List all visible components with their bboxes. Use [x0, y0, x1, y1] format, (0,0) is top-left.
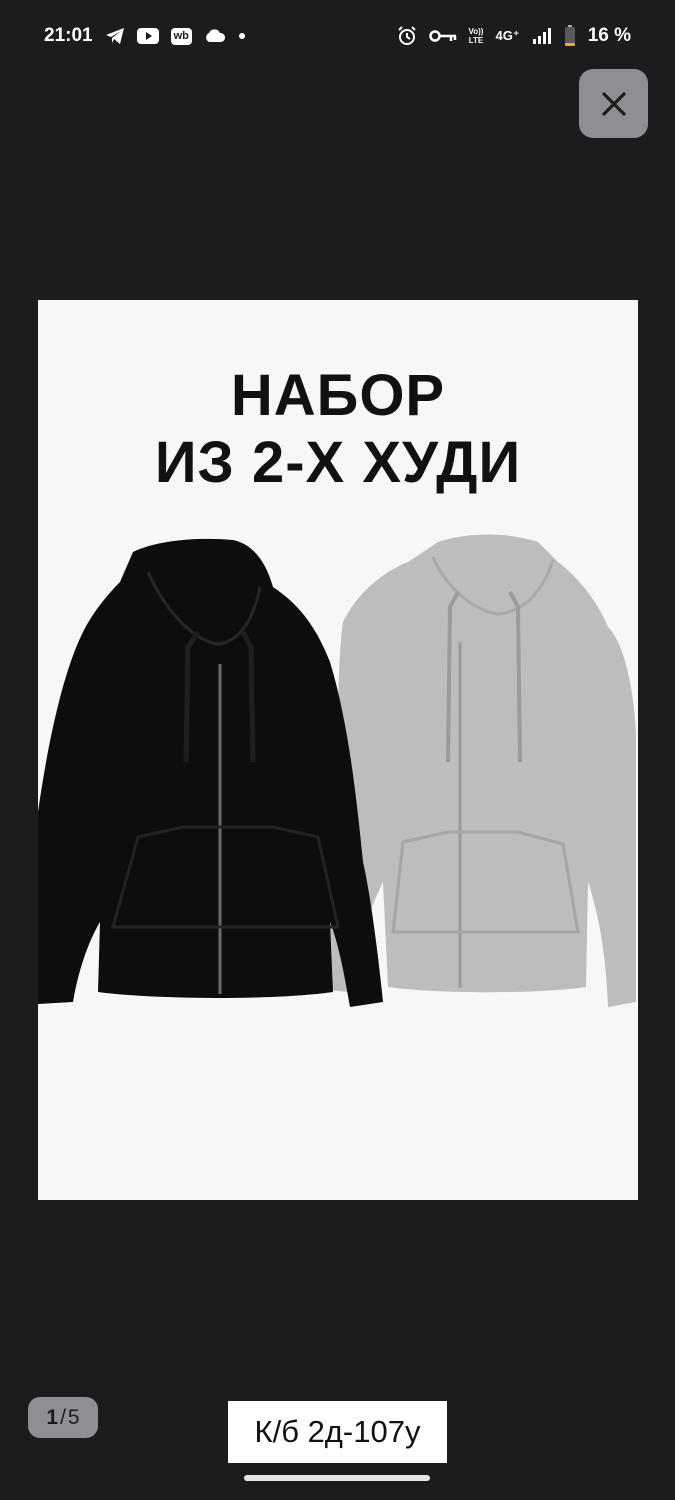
image-title-line-2: ИЗ 2-Х ХУДИ: [154, 430, 522, 495]
sku-label: К/б 2д-107у: [228, 1401, 447, 1463]
clock: 21:01: [44, 25, 93, 46]
page-current: 1: [46, 1405, 59, 1429]
wb-app-label: wb: [170, 27, 192, 45]
telegram-icon: [105, 27, 125, 45]
wb-app-icon: wb: [170, 27, 192, 45]
status-bar-right: Vo)) LTE 4G⁺ 16 %: [397, 25, 631, 47]
product-image[interactable]: НАБОР ИЗ 2-Х ХУДИ: [38, 300, 638, 1200]
youtube-icon: [136, 28, 159, 44]
image-title-line-1: НАБОР: [230, 363, 446, 428]
volte-top-label: Vo)): [468, 27, 484, 36]
close-icon: [601, 91, 626, 116]
battery-percent: 16 %: [587, 25, 631, 46]
hoodies-illustration: [38, 534, 636, 1007]
vpn-key-icon: [428, 29, 457, 43]
status-bar-left: 21:01 wb: [44, 25, 246, 47]
page-total: 5: [67, 1405, 80, 1429]
volte-icon: Vo)) LTE: [469, 27, 484, 45]
volte-bottom-label: LTE: [468, 36, 484, 45]
cloud-icon: [204, 29, 226, 43]
network-4g-icon: 4G⁺: [495, 28, 520, 43]
status-bar: 21:01 wb Vo)) LTE 4G⁺ 16 %: [0, 0, 675, 72]
home-indicator[interactable]: [244, 1475, 430, 1481]
page-counter: 1 / 5: [28, 1397, 98, 1438]
battery-icon: [564, 25, 576, 47]
alarm-icon: [397, 26, 417, 46]
dot-icon: [238, 32, 246, 40]
page-separator: /: [60, 1405, 66, 1429]
close-button[interactable]: [579, 69, 648, 138]
image-title: НАБОР ИЗ 2-Х ХУДИ: [38, 362, 638, 496]
signal-icon: [532, 28, 552, 44]
